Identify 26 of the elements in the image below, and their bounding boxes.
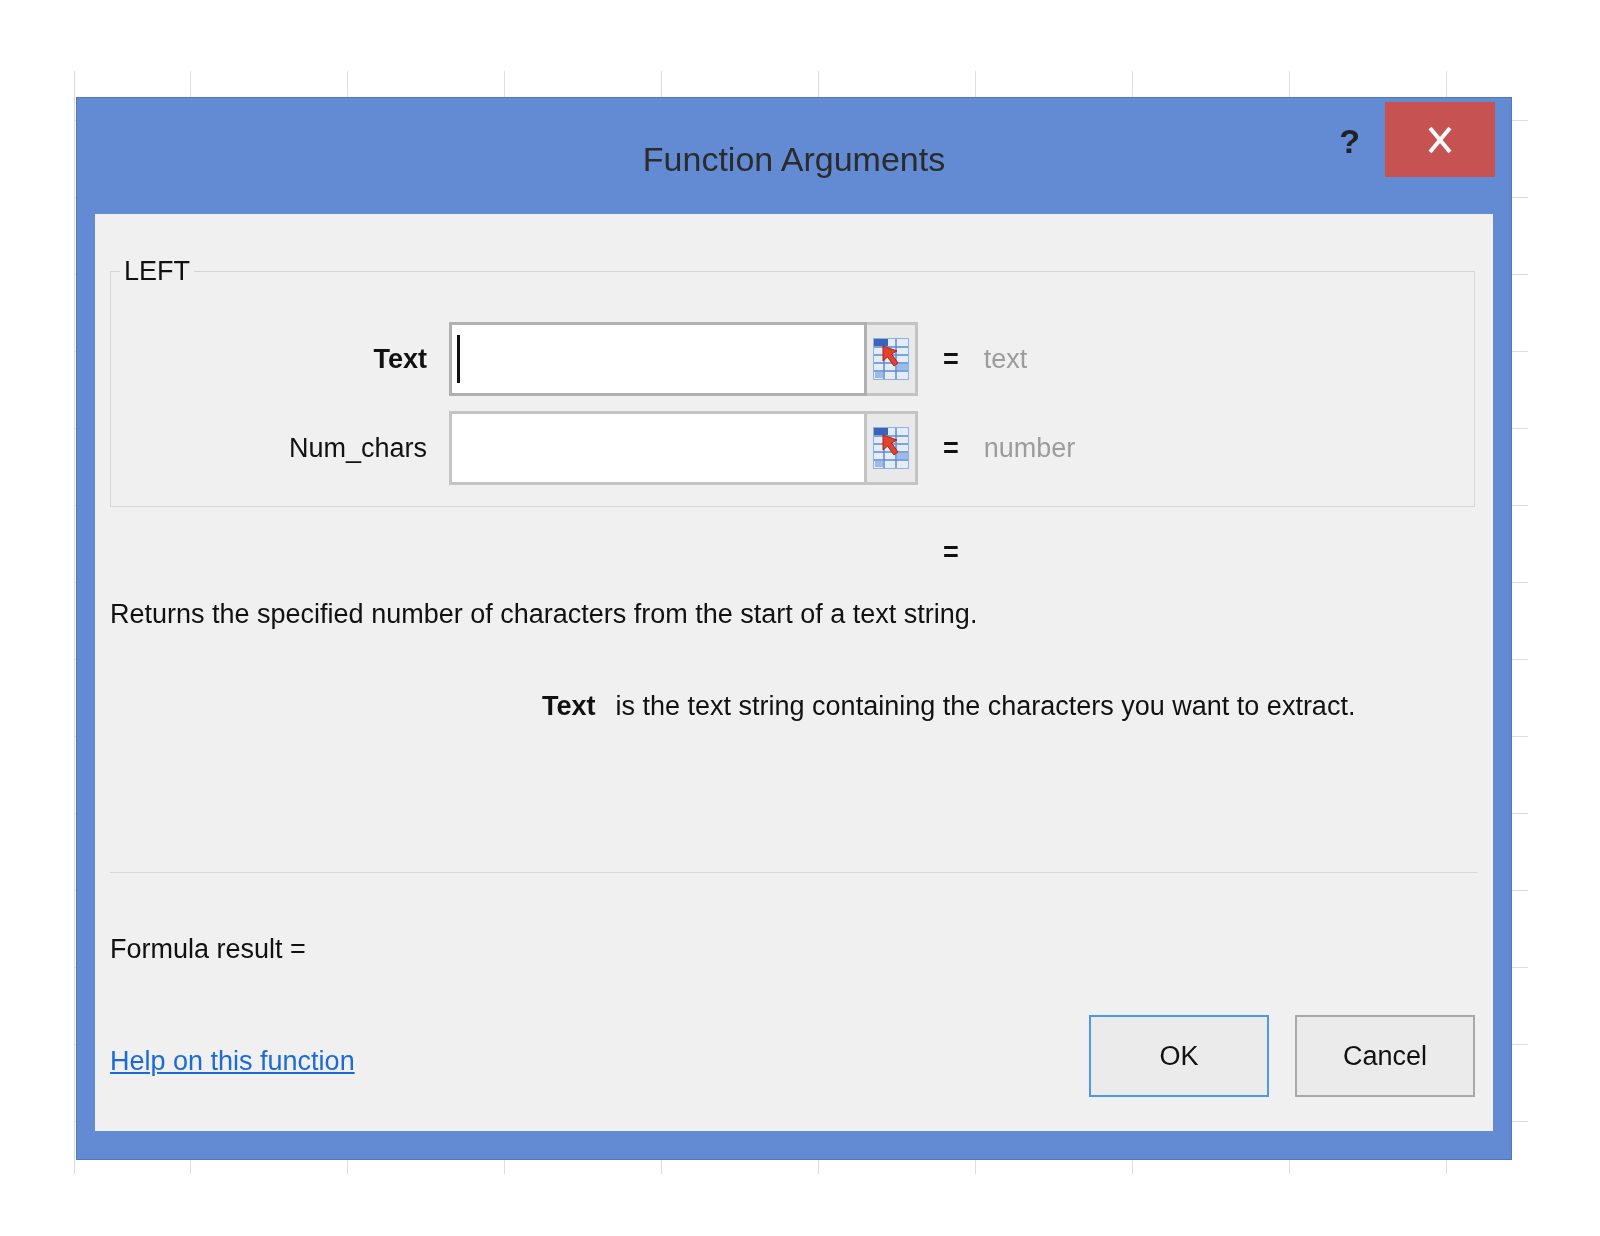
range-select-button[interactable]	[867, 411, 918, 485]
argument-input-field[interactable]	[449, 322, 867, 396]
dialog-button[interactable]: Cancel	[1295, 1015, 1475, 1097]
equals-sign: =	[943, 343, 959, 376]
dialog-button[interactable]: OK	[1089, 1015, 1269, 1097]
close-icon	[1427, 125, 1453, 154]
argument-value-hint: text	[983, 343, 1029, 376]
table-arrow-icon	[873, 338, 909, 380]
argument-label: Text	[372, 343, 427, 376]
argument-input-field[interactable]	[449, 411, 867, 485]
window-title: Function Arguments	[642, 139, 946, 179]
close-button[interactable]	[1385, 102, 1495, 177]
help-link[interactable]: Help on this function	[110, 1043, 355, 1079]
argument-help-name: Text	[542, 690, 596, 723]
function-description: Returns the specified number of characters from the start of a text string.	[110, 598, 978, 631]
argument-help-text: is the text string containing the characters you want to extract.	[615, 690, 1356, 723]
text-cursor-icon	[457, 335, 460, 383]
result-preview: =	[943, 536, 959, 569]
argument-value-hint: number	[983, 432, 1077, 465]
help-button[interactable]: ?	[1339, 121, 1360, 161]
function-name: LEFT	[123, 255, 191, 288]
formula-result: Formula result =	[110, 933, 306, 966]
argument-label: Num_chars	[287, 432, 427, 465]
equals-sign: =	[943, 432, 959, 465]
table-arrow-icon	[873, 427, 909, 469]
range-select-button[interactable]	[867, 322, 918, 396]
